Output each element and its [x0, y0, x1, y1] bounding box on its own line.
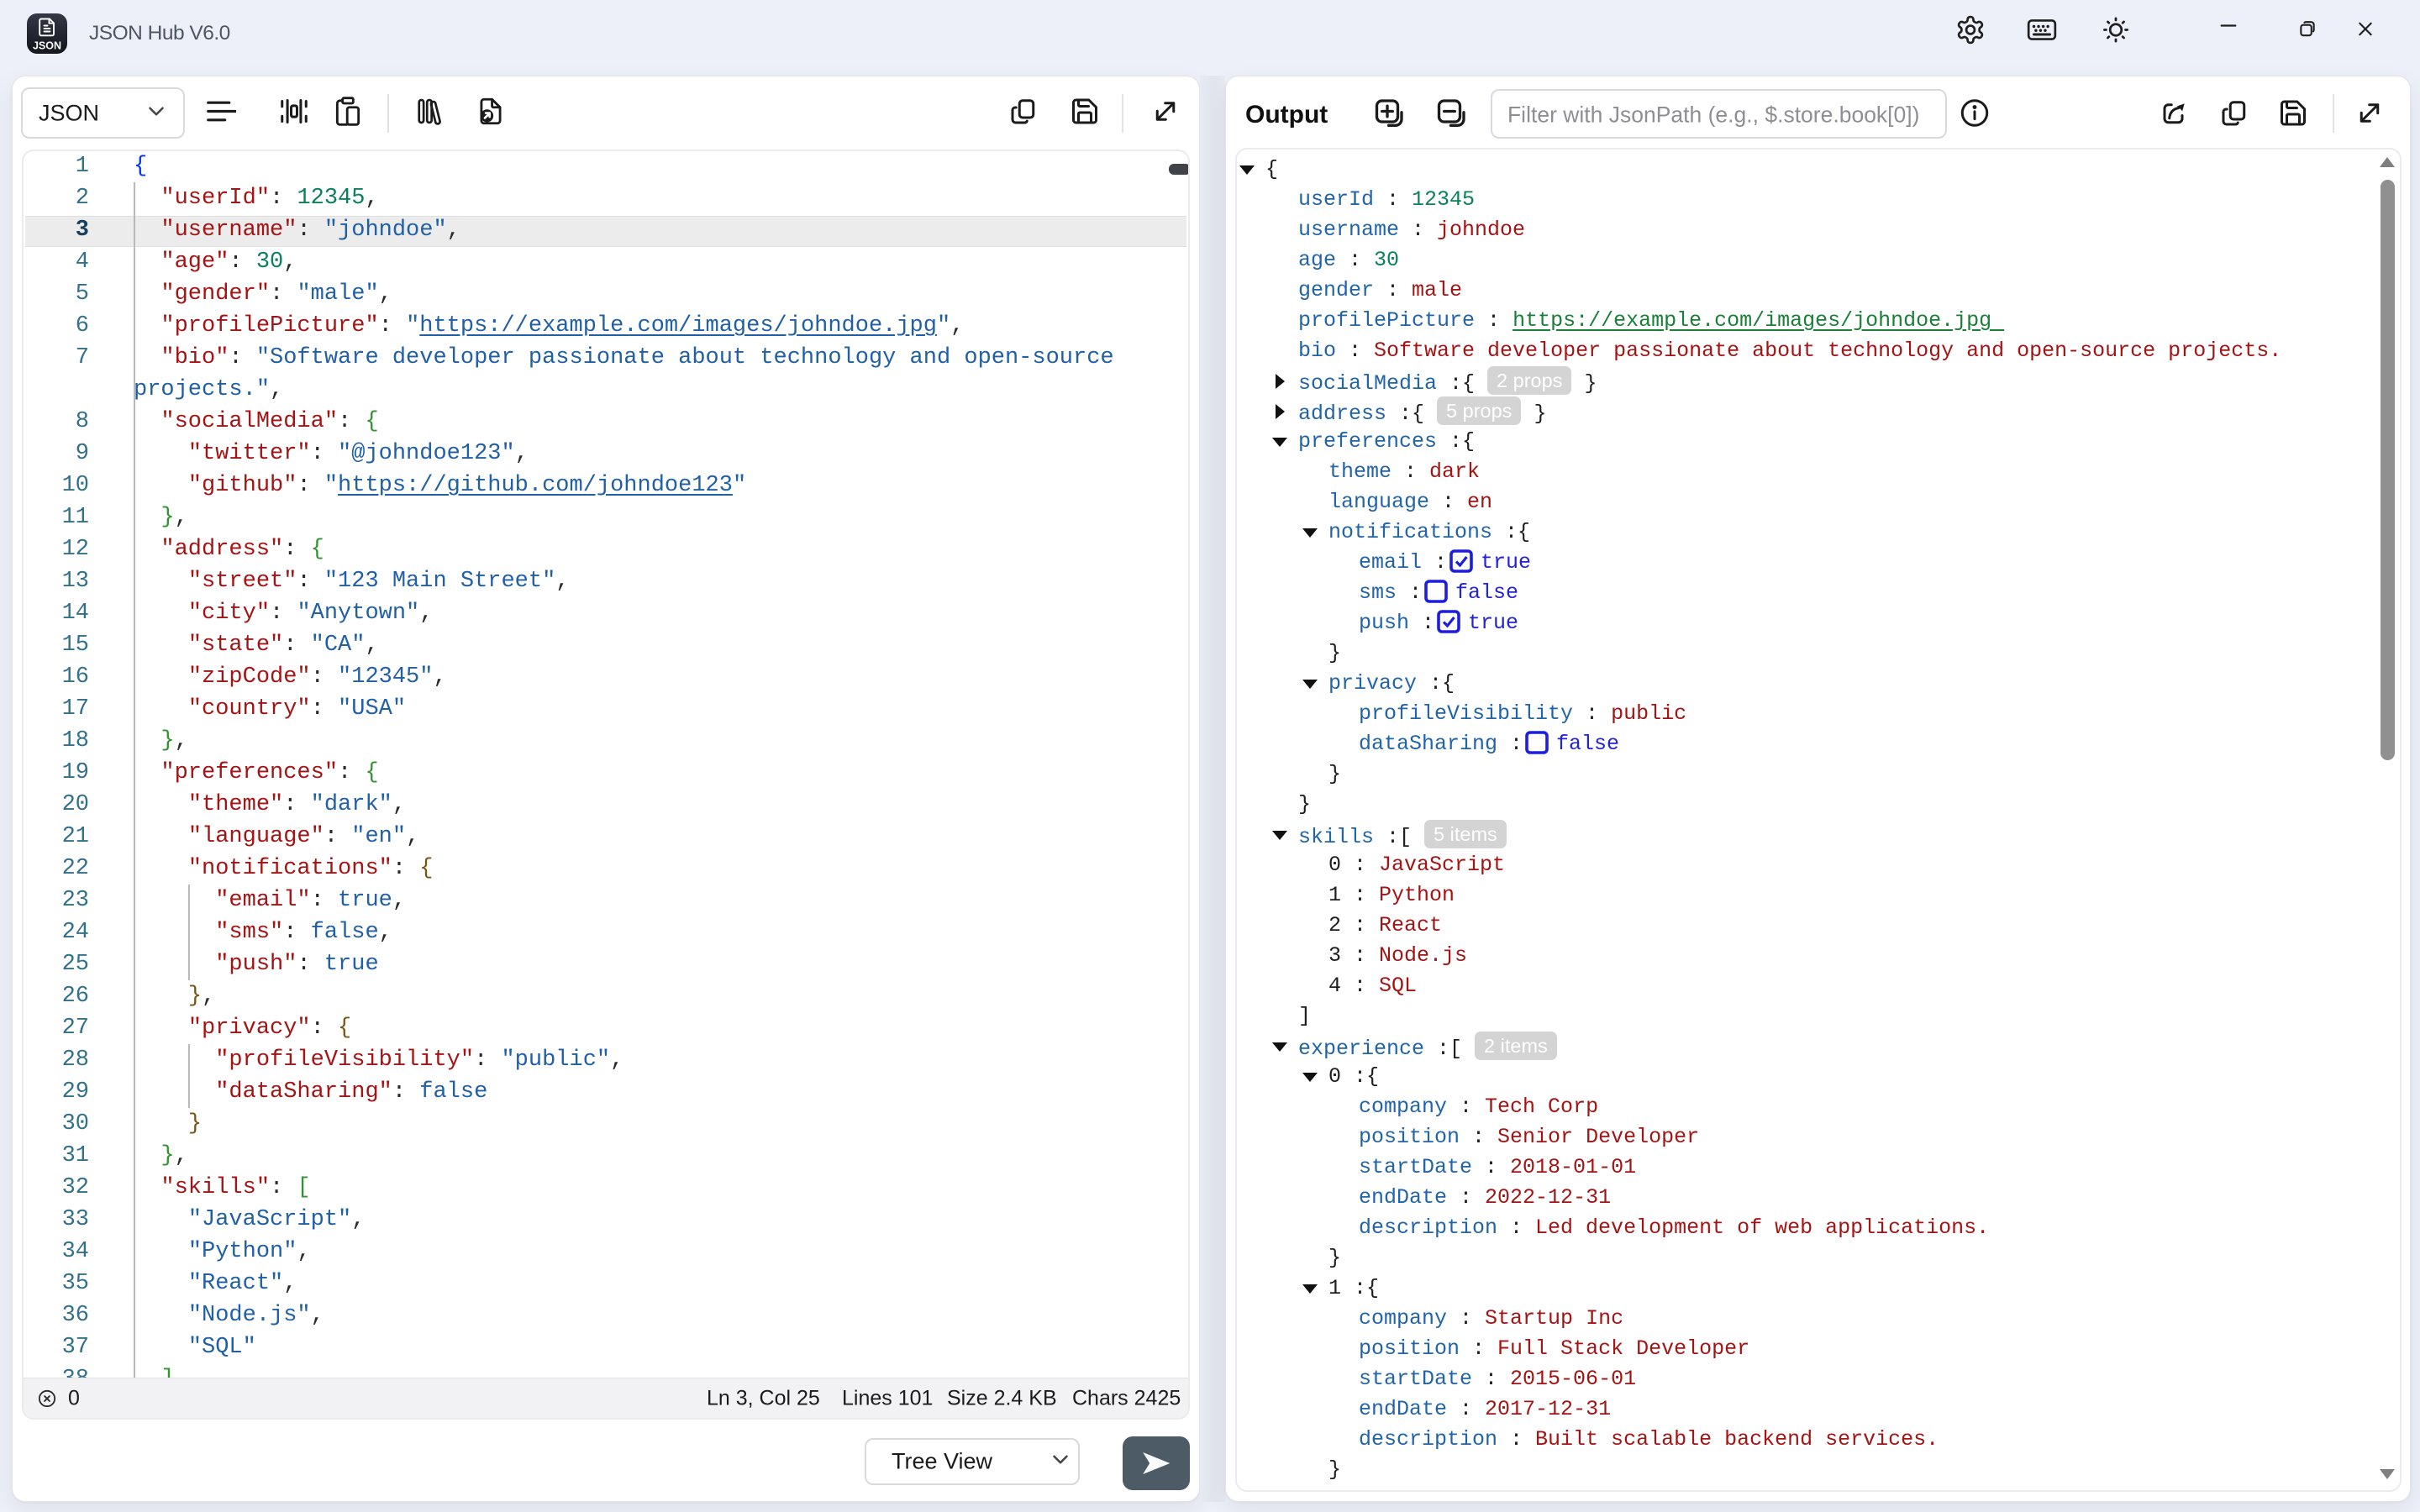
svg-text:JSON: JSON [33, 40, 61, 52]
